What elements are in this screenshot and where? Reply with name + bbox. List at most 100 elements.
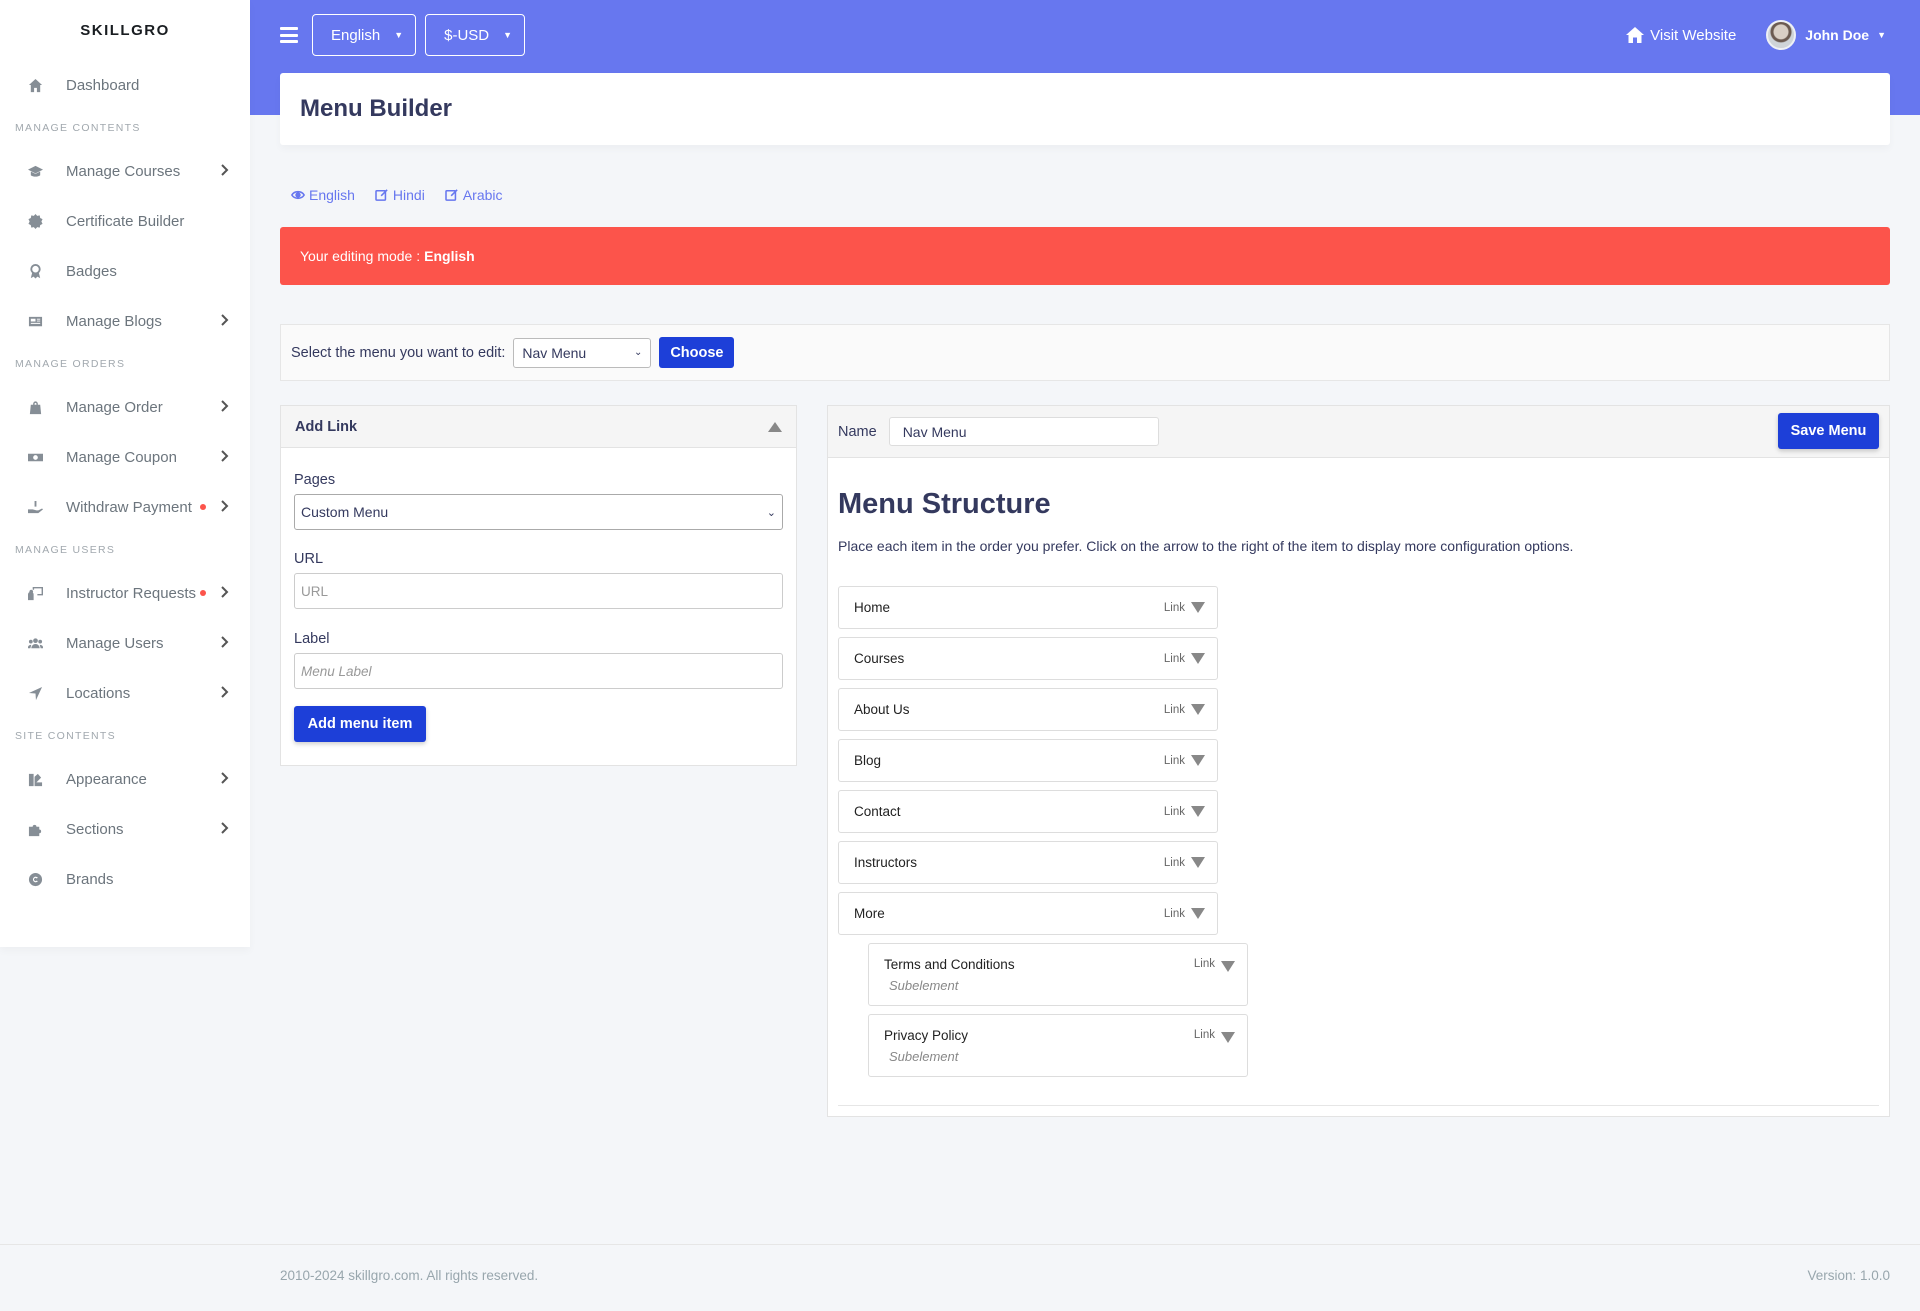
menu-select[interactable]: Nav Menu ⌄ xyxy=(513,337,652,368)
expand-arrow-icon[interactable] xyxy=(1221,1032,1235,1043)
menu-item-type: Link xyxy=(1163,703,1185,716)
collapse-arrow-icon[interactable] xyxy=(768,421,782,432)
sidebar-item-withdraw-payment[interactable]: Withdraw Payment xyxy=(0,482,250,532)
chevron-right-icon xyxy=(220,585,230,601)
choose-button[interactable]: Choose xyxy=(659,337,735,368)
currency-select[interactable]: $-USD ▼ xyxy=(425,14,526,56)
expand-arrow-icon[interactable] xyxy=(1191,755,1205,766)
menu-name-input[interactable]: Nav Menu xyxy=(888,417,1159,446)
graduation-cap-icon xyxy=(26,162,44,180)
menu-item[interactable]: Home Link xyxy=(838,586,1218,629)
chevron-right-icon xyxy=(220,685,230,701)
hamburger-menu-icon[interactable] xyxy=(280,27,298,43)
chevron-right-icon xyxy=(220,449,230,465)
lang-link-hindi[interactable]: Hindi xyxy=(375,187,425,203)
add-link-panel: Add Link Pages Custom Menu ⌄ URL URL Lab… xyxy=(280,405,797,766)
lang-link-label: Arabic xyxy=(462,187,503,203)
currency-select-value: $-USD xyxy=(444,26,490,44)
sidebar-item-label: Brands xyxy=(66,870,114,888)
sidebar-item-label: Manage Order xyxy=(66,398,163,416)
brand-logo[interactable]: SKILLGRO xyxy=(0,0,250,62)
menu-item[interactable]: Contact Link xyxy=(838,790,1218,833)
avatar xyxy=(1766,20,1797,50)
add-link-title: Add Link xyxy=(295,418,358,435)
menu-label-input[interactable]: Menu Label xyxy=(294,653,783,689)
user-name: John Doe xyxy=(1805,27,1870,43)
notification-dot xyxy=(200,590,206,596)
palette-icon xyxy=(26,770,44,788)
sidebar-item-brands[interactable]: Brands xyxy=(0,854,250,904)
users-icon xyxy=(26,634,44,652)
chevron-right-icon xyxy=(220,771,230,787)
sidebar-item-dashboard[interactable]: Dashboard xyxy=(0,60,250,110)
user-dropdown[interactable]: John Doe ▼ xyxy=(1766,20,1886,50)
sidebar-item-manage-blogs[interactable]: Manage Blogs xyxy=(0,296,250,346)
divider xyxy=(838,1105,1879,1106)
chalkboard-teacher-icon xyxy=(26,584,44,602)
menu-select-bar: Select the menu you want to edit: Nav Me… xyxy=(280,324,1890,381)
menu-item[interactable]: About Us Link xyxy=(838,688,1218,731)
chevron-right-icon xyxy=(220,399,230,415)
add-menu-item-button[interactable]: Add menu item xyxy=(294,706,426,742)
menu-item-type: Link xyxy=(1163,754,1185,767)
menu-subitem-label: Privacy Policy xyxy=(884,1028,969,1043)
expand-arrow-icon[interactable] xyxy=(1191,704,1205,715)
topbar: English ▼ $-USD ▼ Visit Website John Doe… xyxy=(250,0,1920,70)
menu-item[interactable]: Courses Link xyxy=(838,637,1218,680)
footer-version: Version: 1.0.0 xyxy=(1807,1268,1890,1283)
expand-arrow-icon[interactable] xyxy=(1221,961,1235,972)
pages-select[interactable]: Custom Menu ⌄ xyxy=(294,494,783,530)
menu-item-label: Contact xyxy=(854,804,901,819)
add-link-header[interactable]: Add Link xyxy=(281,406,796,448)
sidebar-item-manage-users[interactable]: Manage Users xyxy=(0,618,250,668)
expand-arrow-icon[interactable] xyxy=(1191,653,1205,664)
save-menu-button[interactable]: Save Menu xyxy=(1778,413,1879,449)
menu-subitem-note: Subelement xyxy=(889,978,959,993)
sidebar-item-manage-coupon[interactable]: Manage Coupon xyxy=(0,432,250,482)
puzzle-piece-icon xyxy=(26,820,44,838)
expand-arrow-icon[interactable] xyxy=(1191,602,1205,613)
caret-down-icon: ▼ xyxy=(1877,30,1886,40)
visit-website-link[interactable]: Visit Website xyxy=(1625,26,1736,44)
menu-select-value: Nav Menu xyxy=(522,344,587,361)
menu-item[interactable]: Instructors Link xyxy=(838,841,1218,884)
lang-link-arabic[interactable]: Arabic xyxy=(445,187,503,203)
lang-link-english[interactable]: English xyxy=(291,187,355,203)
sidebar-item-sections[interactable]: Sections xyxy=(0,804,250,854)
menu-item-type: Link xyxy=(1193,958,1215,970)
menu-subitem[interactable]: Terms and Conditions Subelement Link xyxy=(868,943,1248,1006)
expand-arrow-icon[interactable] xyxy=(1191,806,1205,817)
edit-icon xyxy=(445,189,458,201)
sidebar-item-locations[interactable]: Locations xyxy=(0,668,250,718)
sidebar-item-manage-courses[interactable]: Manage Courses xyxy=(0,146,250,196)
pages-label: Pages xyxy=(294,472,336,488)
page-title-card: Menu Builder xyxy=(280,73,1890,145)
sidebar-item-label: Withdraw Payment xyxy=(66,498,192,516)
sidebar-item-badges[interactable]: Badges xyxy=(0,246,250,296)
shopping-bag-icon xyxy=(26,398,44,416)
url-input[interactable]: URL xyxy=(294,573,783,609)
sidebar-item-instructor-requests[interactable]: Instructor Requests xyxy=(0,568,250,618)
sidebar-item-label: Manage Users xyxy=(66,634,164,652)
url-label: URL xyxy=(294,551,324,567)
menu-structure-title: Menu Structure xyxy=(838,488,1051,520)
menu-item-label: More xyxy=(854,906,885,921)
sidebar-section-header: MANAGE ORDERS xyxy=(15,358,126,370)
menu-item-label: Home xyxy=(854,600,891,615)
award-icon xyxy=(26,262,44,280)
sidebar-item-manage-order[interactable]: Manage Order xyxy=(0,382,250,432)
menu-item-label: Instructors xyxy=(854,855,918,870)
chevron-right-icon xyxy=(220,821,230,837)
sidebar-item-appearance[interactable]: Appearance xyxy=(0,754,250,804)
footer-copyright: 2010-2024 skillgro.com. All rights reser… xyxy=(280,1268,539,1283)
menu-item[interactable]: Blog Link xyxy=(838,739,1218,782)
sidebar-section-header: MANAGE CONTENTS xyxy=(15,122,141,134)
expand-arrow-icon[interactable] xyxy=(1191,857,1205,868)
menu-item[interactable]: More Link xyxy=(838,892,1218,935)
sidebar-item-certificate-builder[interactable]: Certificate Builder xyxy=(0,196,250,246)
language-select[interactable]: English ▼ xyxy=(312,14,417,56)
menu-subitem[interactable]: Privacy Policy Subelement Link xyxy=(868,1014,1248,1077)
lang-link-label: Hindi xyxy=(392,187,425,203)
footer: 2010-2024 skillgro.com. All rights reser… xyxy=(0,1244,1920,1311)
expand-arrow-icon[interactable] xyxy=(1191,908,1205,919)
